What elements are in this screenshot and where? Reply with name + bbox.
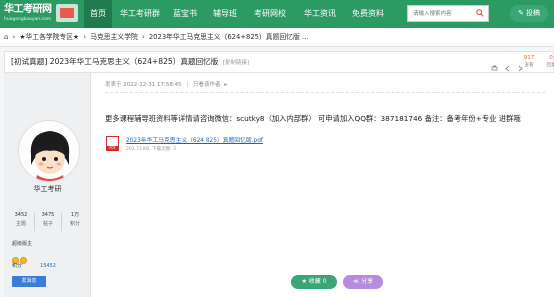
breadcrumb-item-marxism[interactable]: 马克思主义学院 <box>90 33 138 41</box>
post-button-label: 投稿 <box>526 9 541 17</box>
stat-posts[interactable]: 3475 帖子 <box>35 211 61 228</box>
stat-posts-value: 3475 <box>41 212 55 218</box>
nav-item-bluebook[interactable]: 蓝宝书 <box>168 0 202 28</box>
top-nav: 华工考研网 huagongkaoyan.com 首页 华工考研群 蓝宝书 辅导班… <box>0 0 554 28</box>
nav-item-online-school[interactable]: 考研网校 <box>248 0 292 28</box>
arrow-left-icon[interactable] <box>504 65 511 72</box>
post-timestamp: 2022-12-31 17:58:45 <box>123 82 182 88</box>
thread-tag[interactable]: [初试真题] <box>11 57 47 66</box>
replies-count: 0 <box>549 55 553 61</box>
post-content: 发表于 2022-12-31 17:58:45 | 只看该作者 ▸ 更多课程辅导… <box>91 73 554 297</box>
replies-label: 回复 <box>546 63 554 68</box>
copy-link[interactable]: [复制链接] <box>223 60 249 66</box>
pdf-icon[interactable] <box>106 136 119 151</box>
stat-points-value: 1万 <box>70 212 80 218</box>
search-icon[interactable] <box>476 9 484 17</box>
post-meta: 发表于 2022-12-31 17:58:45 | 只看该作者 ▸ <box>105 80 227 88</box>
search-input[interactable] <box>408 6 474 21</box>
stat-points[interactable]: 1万 积分 <box>62 211 88 228</box>
nav-item-free-materials[interactable]: 免费资料 <box>346 0 390 28</box>
meta-divider <box>105 92 545 93</box>
breadcrumb-bar: ⌂ › ★华工各学院专区★ › 马克思主义学院 › 2023年华工马克思主义（6… <box>0 28 554 47</box>
author-name[interactable]: 华工考研 <box>4 184 91 194</box>
meta-separator: | <box>186 82 189 88</box>
favorite-label: 收藏 <box>308 278 321 285</box>
logo-text: 华工考研网 <box>4 4 52 15</box>
stat-posts-label: 帖子 <box>42 221 53 227</box>
share-button[interactable]: ≪ 分享 <box>343 275 383 289</box>
post-button[interactable]: ✎ 投稿 <box>510 5 548 22</box>
chevron-right-icon: › <box>12 33 16 41</box>
nav-item-tutoring[interactable]: 辅导班 <box>208 0 242 28</box>
favorite-count: 0 <box>322 278 327 285</box>
play-icon[interactable]: ▸ <box>224 82 227 88</box>
author-level[interactable]: 超级版主 <box>12 240 32 247</box>
favorite-button[interactable]: ★ 收藏 0 <box>291 275 337 289</box>
views-count: 917 <box>523 55 535 61</box>
share-icon: ≪ <box>352 278 362 285</box>
attachment-link[interactable]: 2023年华工马克思主义（624 825）真题回忆版.pdf <box>126 135 263 144</box>
views-label: 查看 <box>524 63 534 68</box>
site-logo[interactable]: 华工考研网 huagongkaoyan.com <box>4 3 78 25</box>
search-box <box>407 5 489 22</box>
breadcrumb: ⌂ › ★华工各学院专区★ › 马克思主义学院 › 2023年华工马克思主义（6… <box>4 28 310 47</box>
logo-domain: huagongkaoyan.com <box>4 17 52 22</box>
send-message-button[interactable]: 发消息 <box>12 276 46 287</box>
stat-points-label: 积分 <box>69 221 80 227</box>
thread-title-bar: [初试真题] 2023年华工马克思主义（624+825）真题回忆版 [复制链接]… <box>4 51 554 73</box>
home-icon[interactable]: ⌂ <box>4 33 8 41</box>
nav-item-group[interactable]: 华工考研群 <box>118 0 162 28</box>
star-icon: ★ <box>301 278 309 285</box>
author-sidebar: 华工考研 3452 主题 3475 帖子 1万 积分 超级版主 积分 15452 … <box>4 73 91 297</box>
share-label: 分享 <box>361 278 374 285</box>
post-meta-prefix: 发表于 <box>105 82 122 88</box>
pencil-icon: ✎ <box>517 9 527 17</box>
attachment-info: 203.73 KB, 下载次数: 3 <box>126 147 176 152</box>
breadcrumb-item-thread: 2023年华工马克思主义（624+825）真题回忆版 ... <box>148 33 309 41</box>
avatar[interactable] <box>18 120 80 182</box>
views-stat: 917 查看 <box>517 54 541 69</box>
nav-item-news[interactable]: 华工资讯 <box>298 0 342 28</box>
logo-badge-icon <box>56 4 78 22</box>
print-icon[interactable] <box>491 65 498 72</box>
points-value: 15452 <box>40 263 56 269</box>
thread-title-text: 2023年华工马克思主义（624+825）真题回忆版 <box>49 57 219 66</box>
chevron-right-icon: › <box>141 33 145 41</box>
replies-stat: 0 回复 <box>539 54 554 69</box>
breadcrumb-item-college[interactable]: ★华工各学院专区★ <box>19 33 79 41</box>
author-stats: 3452 主题 3475 帖子 1万 积分 <box>8 211 88 233</box>
post-body: 更多课程辅导班资料等详情请咨询微信：scutky8（加入内部群） 可申请加入QQ… <box>105 114 521 123</box>
author-only-link[interactable]: 只看该作者 <box>193 82 221 88</box>
stat-topics-value: 3452 <box>14 212 28 218</box>
stat-topics[interactable]: 3452 主题 <box>8 211 34 228</box>
stat-topics-label: 主题 <box>15 221 26 227</box>
thread-title: [初试真题] 2023年华工马克思主义（624+825）真题回忆版 [复制链接] <box>11 52 249 72</box>
cartoon-girl-icon <box>20 122 79 181</box>
points-label: 积分 <box>12 263 23 269</box>
nav-item-home[interactable]: 首页 <box>84 0 112 28</box>
chevron-right-icon: › <box>83 33 87 41</box>
points-row: 积分 15452 <box>12 262 56 269</box>
